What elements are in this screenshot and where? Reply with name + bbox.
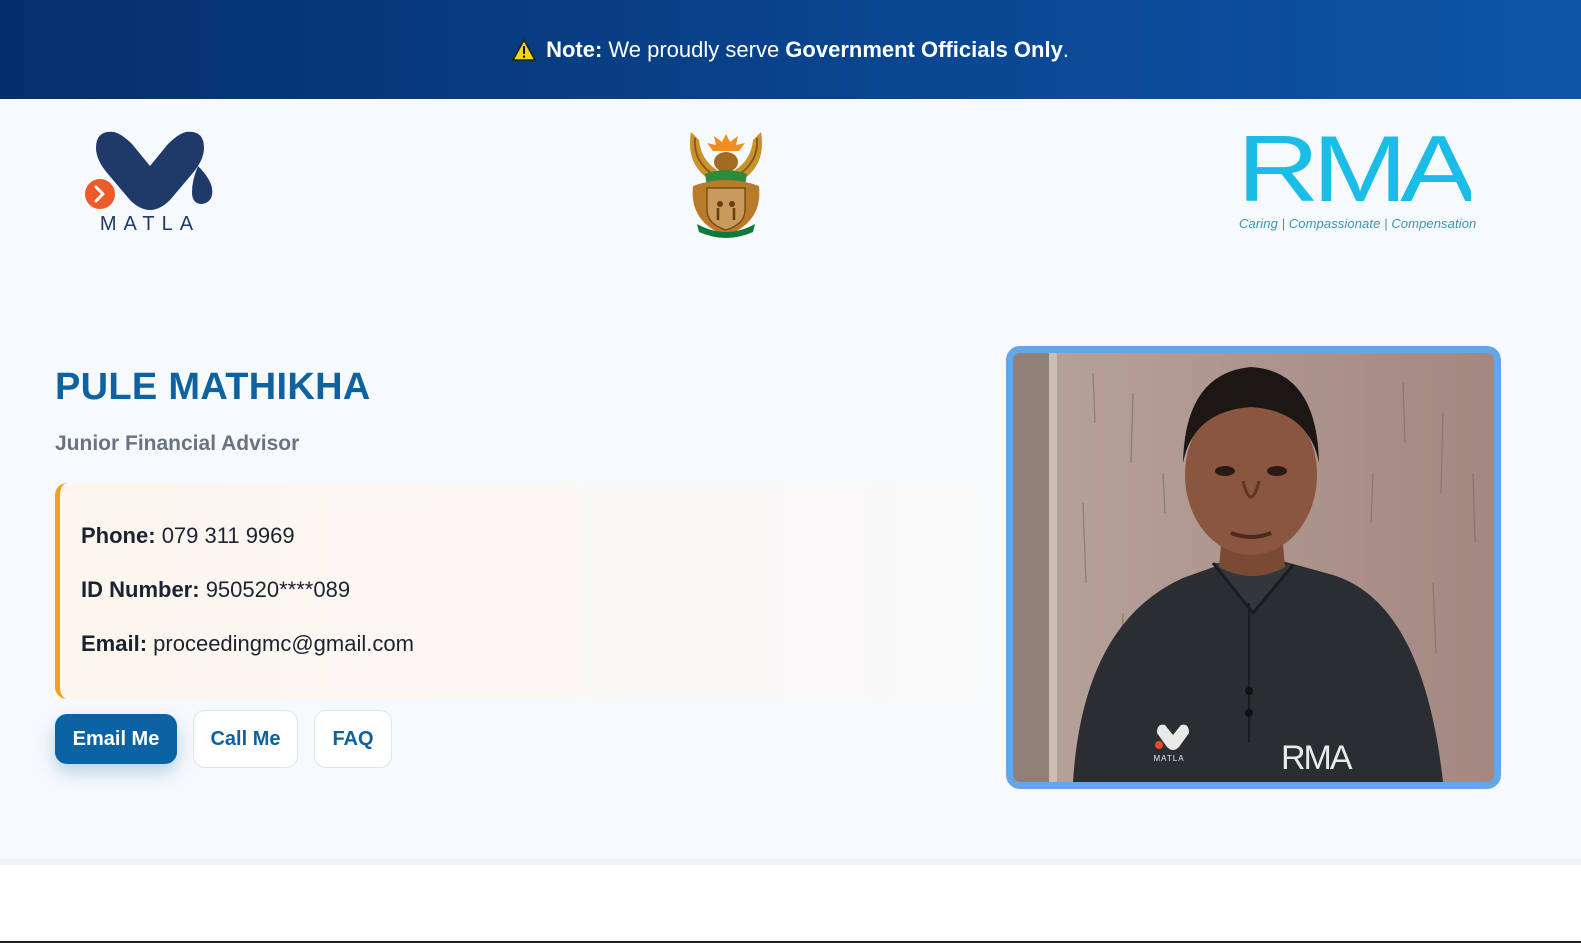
note-end: . (1062, 36, 1069, 62)
email-row: Email: proceedingmc@gmail.com (81, 631, 414, 657)
profile-role: Junior Financial Advisor (55, 432, 300, 455)
phone-row: Phone: 079 311 9969 (81, 523, 295, 549)
matla-logo: MATLA (82, 126, 218, 235)
warning-icon (512, 38, 536, 61)
rma-wordmark: RMA (1237, 129, 1471, 213)
shirt-rma-text: RMA (1281, 739, 1353, 777)
id-row: ID Number: 950520****089 (81, 577, 350, 603)
call-me-button[interactable]: Call Me (193, 710, 298, 768)
id-value: 950520****089 (205, 577, 351, 602)
profile-name: PULE MATHIKHA (55, 366, 371, 408)
note-label: Note: (546, 36, 603, 62)
notice-banner: Note: We proudly serve Government Offici… (0, 0, 1581, 99)
note-highlight: Government Officials Only (785, 36, 1063, 62)
footer-area (0, 865, 1581, 941)
note-text: We proudly serve (602, 36, 786, 62)
shirt-matla-text: MATLA (1153, 754, 1184, 763)
id-label: ID Number: (81, 577, 200, 602)
phone-value: 079 311 9969 (161, 523, 295, 548)
faq-button[interactable]: FAQ (314, 710, 392, 768)
rma-tagline: Caring | Compassionate | Compensation (1239, 216, 1477, 231)
email-label: Email: (81, 631, 148, 656)
profile-photo: MATLA RMA (1006, 346, 1501, 789)
email-me-button[interactable]: Email Me (55, 714, 177, 764)
contact-info-card: Phone: 079 311 9969 ID Number: 950520***… (55, 483, 978, 699)
email-value: proceedingmc@gmail.com (153, 631, 414, 656)
coat-of-arms-icon (683, 126, 769, 238)
matla-wordmark: MATLA (100, 213, 200, 234)
phone-label: Phone: (81, 523, 156, 548)
